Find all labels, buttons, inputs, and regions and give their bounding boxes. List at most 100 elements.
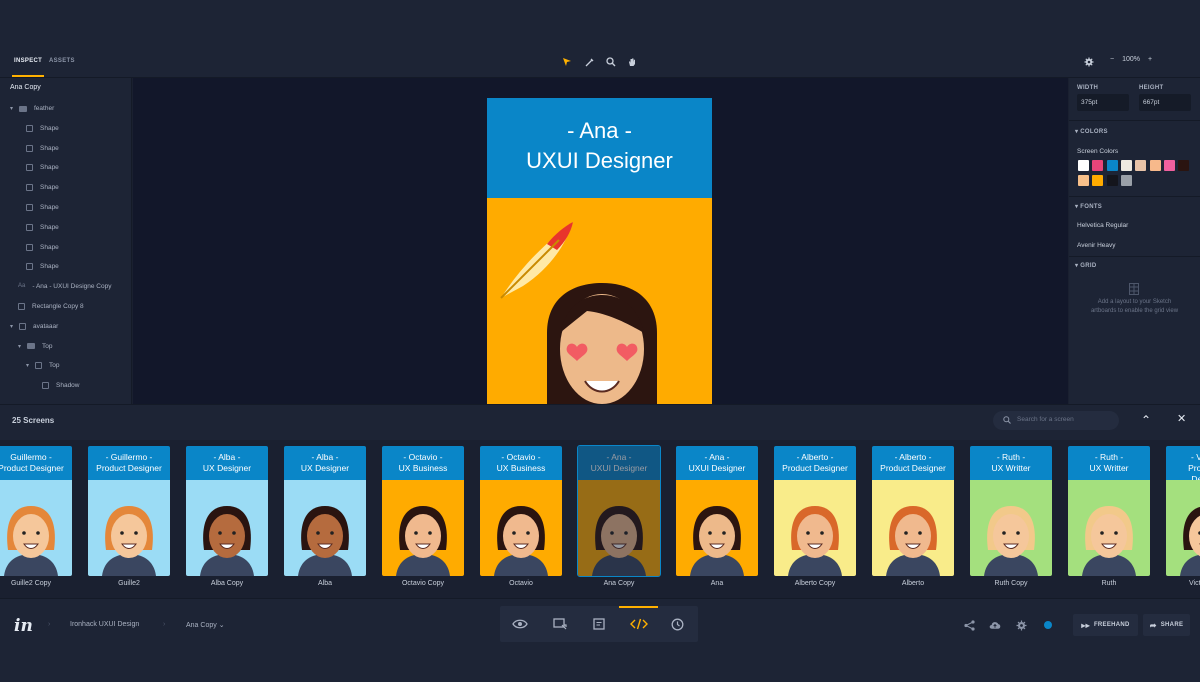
close-icon[interactable]: ✕	[1177, 412, 1186, 425]
color-swatch[interactable]	[1163, 160, 1175, 171]
layer-row[interactable]: Shape	[0, 238, 130, 257]
screen-card[interactable]: - Ana - UXUI Designer	[676, 446, 758, 576]
screen-card[interactable]: - Octavio - UX Business	[382, 446, 464, 576]
layer-row[interactable]: ▾ Top	[0, 337, 130, 356]
color-swatch[interactable]	[1092, 160, 1104, 171]
expand-caret-icon[interactable]: ▾	[26, 362, 31, 369]
height-field[interactable]: 667pt	[1139, 94, 1191, 111]
layer-row[interactable]: Shape	[0, 218, 130, 237]
width-field[interactable]: 375pt	[1077, 94, 1129, 111]
color-swatch[interactable]	[1178, 160, 1190, 171]
layer-row[interactable]: Shape	[0, 198, 130, 217]
color-swatch[interactable]	[1149, 160, 1161, 171]
color-swatch[interactable]	[1078, 175, 1089, 186]
pointer-tool-icon[interactable]	[561, 56, 573, 68]
screen-card[interactable]: Guillermo - Product Designer	[0, 446, 72, 576]
layer-row[interactable]: Shape	[0, 257, 130, 276]
color-swatch[interactable]	[1078, 160, 1089, 171]
fonts-section-toggle[interactable]: ▾ FONTS	[1075, 203, 1102, 210]
zoom-tool-icon[interactable]	[605, 56, 617, 68]
layer-row[interactable]: Aa - Ana - UXUI Designe Copy	[0, 277, 130, 296]
design-canvas[interactable]: - Ana - UXUI Designer	[133, 78, 1068, 404]
expand-caret-icon[interactable]: ▾	[10, 105, 15, 112]
layer-row[interactable]: ▾ Top	[0, 356, 130, 375]
screen-card[interactable]: - Alba - UX Designer	[284, 446, 366, 576]
collapse-chevron-up-icon[interactable]: ⌃	[1141, 413, 1151, 427]
hand-tool-icon[interactable]	[626, 56, 638, 68]
pen-tool-icon[interactable]	[584, 56, 596, 68]
artboard[interactable]: - Ana - UXUI Designer	[487, 98, 712, 404]
avatar-thumbnail	[1180, 507, 1200, 576]
screen-card-header: - Guillermo - Product Designer	[88, 446, 170, 480]
screen-card[interactable]: - Victor -Product UDesigne	[1166, 446, 1200, 576]
breadcrumb-screen[interactable]: Ana Copy ⌄	[186, 621, 225, 629]
avatar-thumbnail	[494, 506, 548, 576]
inspect-mode-code-icon[interactable]	[619, 606, 658, 642]
layer-row[interactable]: ▾ feather	[0, 99, 130, 118]
screen-card-name: Victor Copy	[1188, 580, 1200, 587]
screen-colors-label: Screen Colors	[1077, 148, 1119, 155]
freehand-button[interactable]: ▸▸ FREEHAND	[1073, 614, 1138, 636]
color-swatch[interactable]	[1120, 175, 1132, 186]
screen-card[interactable]: - Alberto - Product Designer	[872, 446, 954, 576]
screen-card[interactable]: - Ruth - UX Writter	[1068, 446, 1150, 576]
screen-card-title: - Alberto -	[894, 452, 932, 462]
grid-label: GRID	[1080, 263, 1097, 269]
folder-layer-icon	[27, 343, 35, 350]
screen-card-preview	[0, 480, 72, 576]
font-item[interactable]: Avenir Heavy	[1077, 242, 1116, 249]
screen-card[interactable]: - Ruth - UX Writter	[970, 446, 1052, 576]
preview-mode-eye-icon[interactable]	[500, 606, 539, 642]
screen-card-title: UXUI Designer	[688, 463, 746, 473]
tab-inspect[interactable]: INSPECT	[14, 58, 42, 64]
layer-label: Shape	[40, 144, 59, 152]
color-swatch[interactable]	[1135, 160, 1147, 171]
avatar-thumbnail	[396, 506, 450, 576]
share-button[interactable]: ➦ SHARE	[1143, 614, 1190, 636]
breadcrumb-project[interactable]: Ironhack UXUI Design	[70, 621, 139, 628]
screen-card[interactable]: - Alba - UX Designer	[186, 446, 268, 576]
screen-card[interactable]: - Octavio - UX Business	[480, 446, 562, 576]
share-nodes-icon[interactable]	[963, 619, 975, 631]
settings-gear-icon[interactable]	[1015, 619, 1027, 631]
invision-logo[interactable]: in	[14, 616, 33, 636]
divider	[1069, 256, 1200, 257]
zoom-in-button[interactable]: +	[1148, 56, 1152, 63]
expand-caret-icon[interactable]: ▾	[18, 343, 23, 350]
settings-gear-icon[interactable]	[1083, 56, 1095, 68]
expand-caret-icon[interactable]: ▾	[10, 323, 15, 330]
font-item[interactable]: Helvetica Regular	[1077, 222, 1128, 229]
screen-card[interactable]: - Ana - UXUI Designer	[577, 445, 661, 577]
history-mode-clock-icon[interactable]	[658, 606, 697, 642]
layer-row[interactable]: Shape	[0, 158, 130, 177]
screen-card[interactable]: - Guillermo - Product Designer	[88, 446, 170, 576]
screen-card[interactable]: - Alberto - Product Designer	[774, 446, 856, 576]
screen-card-name: Octavio Copy	[401, 580, 445, 587]
color-swatch[interactable]	[1120, 160, 1132, 171]
layer-row[interactable]: Shape	[0, 139, 130, 158]
layer-row[interactable]: Shape	[0, 119, 130, 138]
layer-row[interactable]: ▾ avataaar	[0, 317, 130, 336]
layer-row[interactable]: Rectangle Copy 8	[0, 297, 130, 316]
comment-mode-icon[interactable]	[579, 606, 618, 642]
shape-layer-icon	[26, 164, 33, 172]
layer-row[interactable]: Shadow	[0, 376, 130, 395]
colors-section-toggle[interactable]: ▾ COLORS	[1075, 128, 1108, 135]
color-swatch[interactable]	[1092, 175, 1104, 186]
screen-search-input[interactable]: Search for a screen	[993, 411, 1119, 430]
screen-card-name: Alba Copy	[210, 580, 244, 587]
grid-hint-line2: artboards to enable the grid view	[1090, 308, 1179, 314]
cloud-sync-icon[interactable]	[989, 619, 1001, 631]
grid-section-toggle[interactable]: ▾ GRID	[1075, 262, 1096, 269]
screen-card-title: - Alba -	[213, 452, 241, 462]
color-swatch[interactable]	[1106, 175, 1118, 186]
zoom-out-button[interactable]: −	[1110, 56, 1114, 63]
tab-assets[interactable]: ASSETS	[49, 58, 75, 64]
build-mode-hotspot-icon[interactable]	[540, 606, 579, 642]
color-swatch[interactable]	[1106, 160, 1118, 171]
colors-label: COLORS	[1080, 129, 1108, 135]
layer-row[interactable]: Shape	[0, 178, 130, 197]
screen-card-preview	[480, 480, 562, 576]
share-arrow-icon: ➦	[1149, 620, 1157, 630]
breadcrumb-caret: ⌄	[218, 622, 225, 629]
